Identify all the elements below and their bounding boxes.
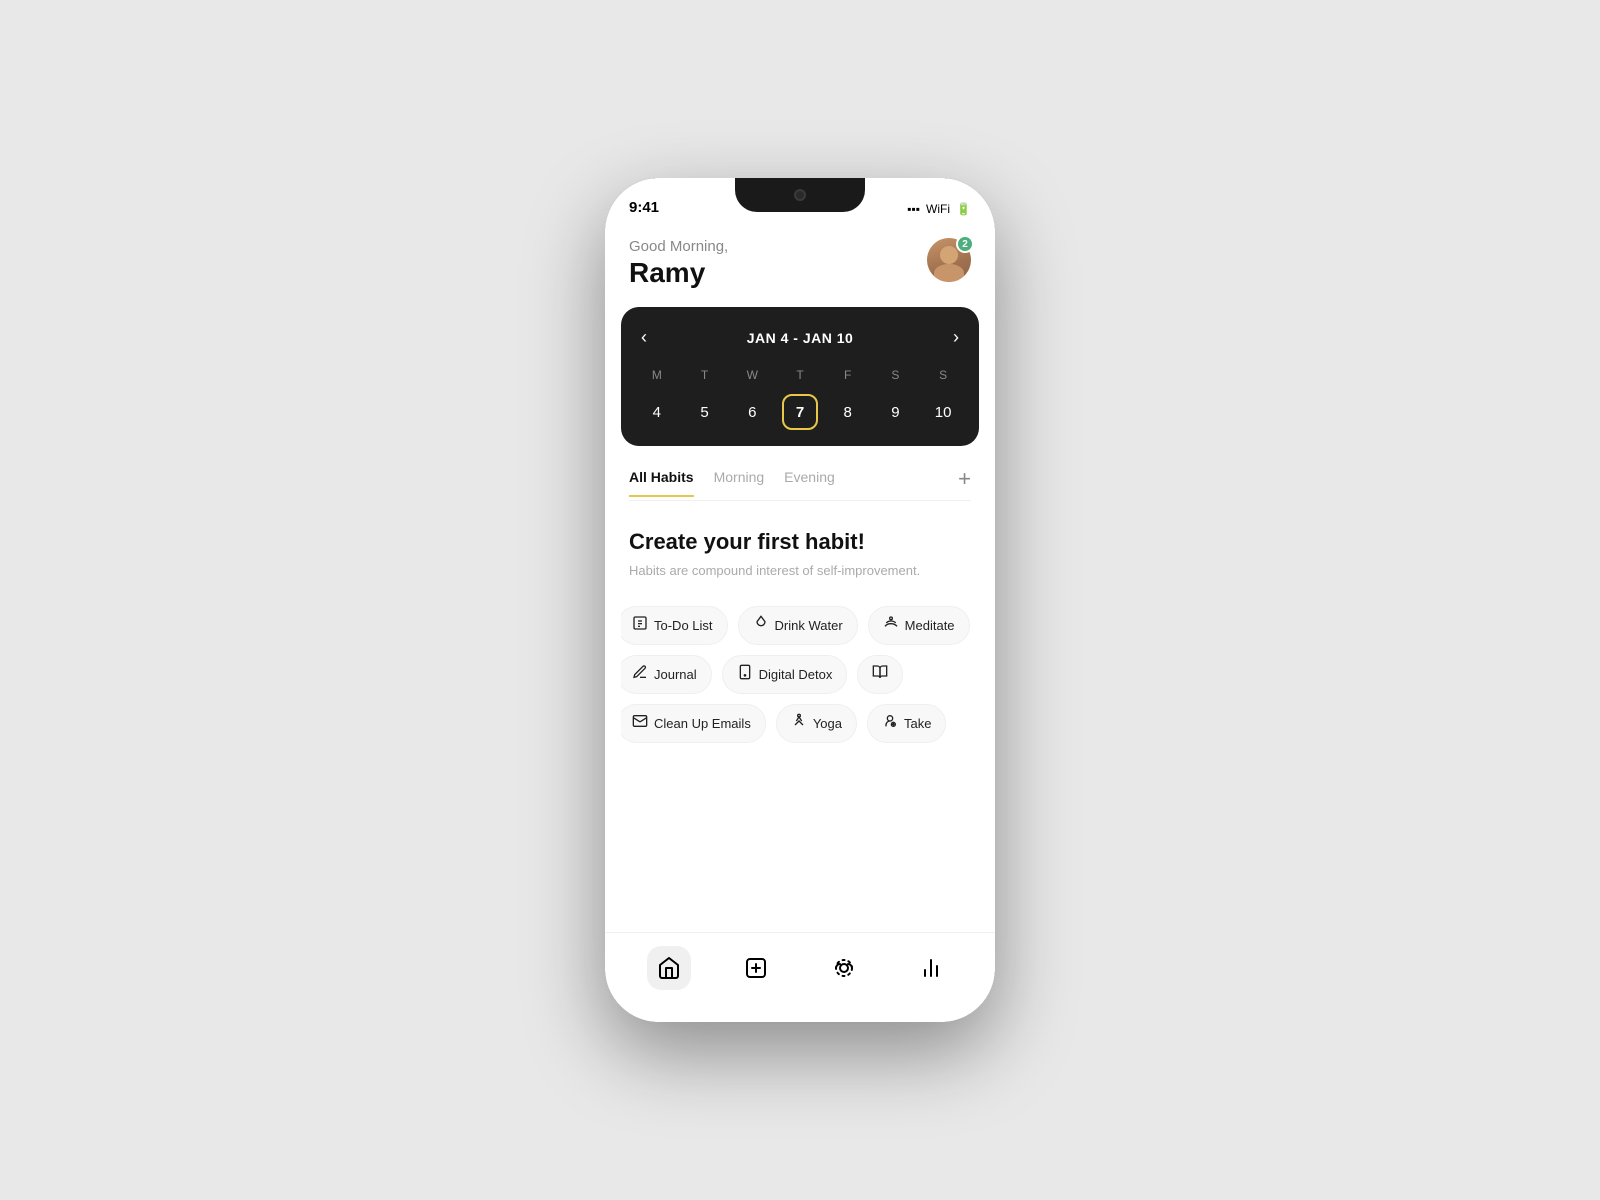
chip-take-label: Take (904, 716, 931, 731)
date-9[interactable]: 9 (872, 394, 920, 430)
day-label-sun: S (919, 368, 967, 382)
calendar-dates: 4 5 6 7 8 9 10 (633, 394, 967, 430)
tab-all-habits[interactable]: All Habits (629, 469, 694, 497)
tabs-left: All Habits Morning Evening (629, 469, 835, 497)
day-label-wed: W (728, 368, 776, 382)
tab-evening[interactable]: Evening (784, 469, 835, 497)
habits-row-3: Clean Up Emails Yoga Take (621, 704, 979, 743)
notification-badge: 2 (956, 235, 974, 253)
wifi-icon: WiFi (926, 202, 950, 216)
habits-row-1: To-Do List Drink Water Meditate (621, 606, 979, 645)
chip-todo-list[interactable]: To-Do List (621, 606, 728, 645)
add-habit-button[interactable]: + (958, 466, 971, 500)
tabs-section: All Habits Morning Evening + (605, 462, 995, 501)
chip-digital-detox[interactable]: Digital Detox (722, 655, 848, 694)
chip-take[interactable]: Take (867, 704, 946, 743)
date-10[interactable]: 10 (919, 394, 967, 430)
chip-meditate-label: Meditate (905, 618, 955, 633)
calendar-header: ‹ JAN 4 - JAN 10 › (633, 323, 967, 352)
yoga-icon (791, 713, 807, 734)
date-7-today[interactable]: 7 (782, 394, 818, 430)
greeting-block: Good Morning, Ramy (629, 238, 728, 289)
camera-icon[interactable] (822, 946, 866, 990)
chip-todo-label: To-Do List (654, 618, 713, 633)
date-6[interactable]: 6 (728, 394, 776, 430)
plus-icon[interactable] (734, 946, 778, 990)
day-label-sat: S (872, 368, 920, 382)
notch (735, 178, 865, 212)
phone-frame: 9:41 ▪▪▪ WiFi 🔋 Good Morning, Ramy 2 (605, 178, 995, 1022)
chip-read[interactable] (857, 655, 903, 694)
tab-morning[interactable]: Morning (714, 469, 765, 497)
empty-title: Create your first habit! (629, 529, 971, 555)
chip-water-label: Drink Water (775, 618, 843, 633)
digital-detox-icon (737, 664, 753, 685)
nav-home[interactable] (635, 938, 703, 998)
day-label-thu: T (776, 368, 824, 382)
habits-row-2: Journal Digital Detox (621, 655, 979, 694)
meditate-icon (883, 615, 899, 636)
chip-yoga[interactable]: Yoga (776, 704, 857, 743)
date-5[interactable]: 5 (681, 394, 729, 430)
calendar-days-header: M T W T F S S (633, 368, 967, 382)
nav-add[interactable] (722, 938, 790, 998)
tabs-row: All Habits Morning Evening + (629, 466, 971, 501)
home-icon[interactable] (647, 946, 691, 990)
chip-digital-detox-label: Digital Detox (759, 667, 833, 682)
calendar-prev-button[interactable]: ‹ (633, 323, 655, 352)
phone-screen: 9:41 ▪▪▪ WiFi 🔋 Good Morning, Ramy 2 (605, 178, 995, 1022)
chip-email-label: Clean Up Emails (654, 716, 751, 731)
header: Good Morning, Ramy 2 (605, 222, 995, 299)
status-time: 9:41 (629, 199, 659, 216)
read-icon (872, 664, 888, 685)
chip-journal-label: Journal (654, 667, 697, 682)
front-camera (794, 189, 806, 201)
chip-drink-water[interactable]: Drink Water (738, 606, 858, 645)
take-icon (882, 713, 898, 734)
chip-journal[interactable]: Journal (621, 655, 712, 694)
chip-yoga-label: Yoga (813, 716, 842, 731)
habits-grid: To-Do List Drink Water Meditate (605, 598, 995, 773)
main-content: Good Morning, Ramy 2 ‹ JAN 4 - JAN 10 › (605, 222, 995, 1022)
date-4[interactable]: 4 (633, 394, 681, 430)
day-label-mon: M (633, 368, 681, 382)
email-icon (632, 713, 648, 734)
username-text: Ramy (629, 257, 728, 289)
calendar-widget: ‹ JAN 4 - JAN 10 › M T W T F S S 4 5 6 (621, 307, 979, 446)
nav-camera[interactable] (810, 938, 878, 998)
empty-subtitle: Habits are compound interest of self-imp… (629, 563, 971, 578)
empty-state: Create your first habit! Habits are comp… (605, 501, 995, 598)
day-label-fri: F (824, 368, 872, 382)
status-icons: ▪▪▪ WiFi 🔋 (907, 202, 971, 216)
avatar-container[interactable]: 2 (927, 238, 971, 282)
chip-meditate[interactable]: Meditate (868, 606, 970, 645)
date-8[interactable]: 8 (824, 394, 872, 430)
greeting-text: Good Morning, (629, 238, 728, 255)
signal-icon: ▪▪▪ (907, 202, 920, 216)
journal-icon (632, 664, 648, 685)
calendar-title: JAN 4 - JAN 10 (747, 330, 854, 346)
bottom-nav (605, 932, 995, 1022)
battery-icon: 🔋 (956, 202, 971, 216)
calendar-next-button[interactable]: › (945, 323, 967, 352)
water-icon (753, 615, 769, 636)
todo-icon (632, 615, 648, 636)
chip-clean-emails[interactable]: Clean Up Emails (621, 704, 766, 743)
chart-icon[interactable] (909, 946, 953, 990)
day-label-tue: T (681, 368, 729, 382)
nav-stats[interactable] (897, 938, 965, 998)
